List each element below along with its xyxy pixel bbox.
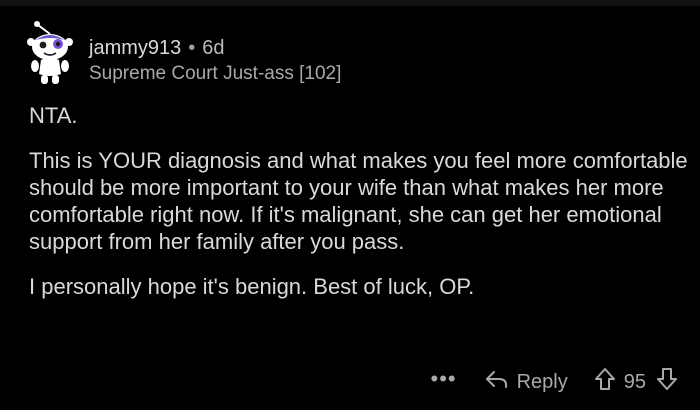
vote-controls: 95 xyxy=(594,367,678,397)
comment-age: 6d xyxy=(202,37,225,59)
snoo-avatar-icon xyxy=(27,21,73,84)
avatar[interactable] xyxy=(20,20,80,86)
reply-arrow-icon xyxy=(485,369,517,395)
reply-button[interactable]: Reply xyxy=(485,369,568,395)
comment-paragraph: This is YOUR diagnosis and what makes yo… xyxy=(29,148,688,254)
author-line: jammy913 • 6d xyxy=(89,36,341,60)
reply-label: Reply xyxy=(516,370,568,393)
author-username[interactable]: jammy913 xyxy=(89,36,181,60)
upvote-arrow-icon[interactable] xyxy=(594,367,616,397)
comment-body: NTA. This is YOUR diagnosis and what mak… xyxy=(29,102,689,300)
downvote-arrow-icon[interactable] xyxy=(656,367,678,397)
comment: jammy913 • 6d Supreme Court Just-ass [10… xyxy=(0,6,700,410)
comment-paragraph: I personally hope it's benign. Best of l… xyxy=(29,274,475,299)
comment-paragraph: NTA. xyxy=(29,103,78,128)
more-options-button[interactable]: ••• xyxy=(431,368,457,390)
meta-separator: • xyxy=(188,37,196,59)
comment-meta: jammy913 • 6d Supreme Court Just-ass [10… xyxy=(89,36,341,86)
comment-actions: ••• Reply 95 xyxy=(431,368,679,396)
vote-count: 95 xyxy=(623,370,646,393)
user-flair: Supreme Court Just-ass [102] xyxy=(89,63,342,84)
